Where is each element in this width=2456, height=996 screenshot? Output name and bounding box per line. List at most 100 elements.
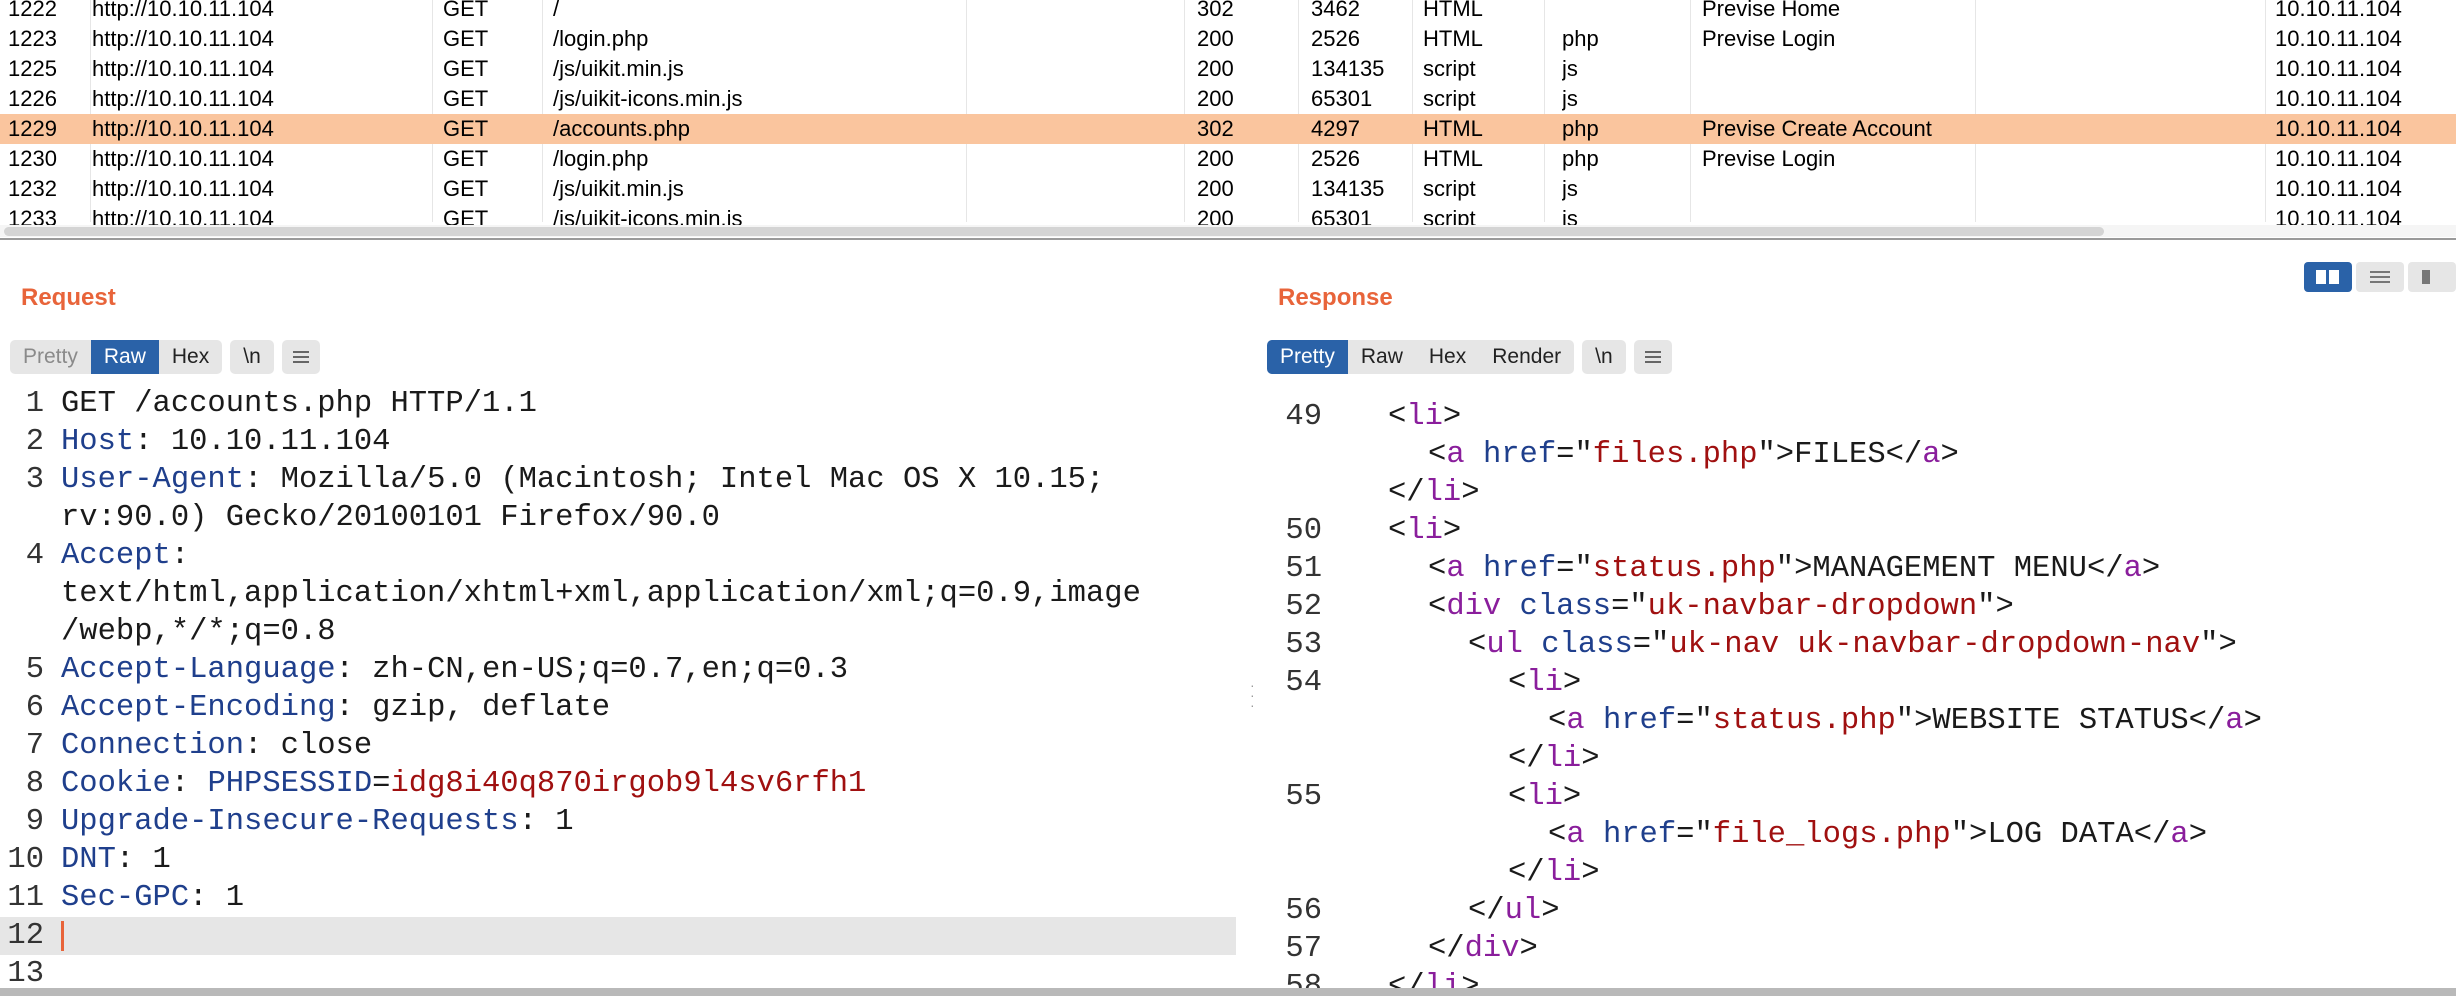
cell-title: Previse Login bbox=[1702, 146, 1836, 171]
cell-length: 4297 bbox=[1311, 116, 1360, 141]
proxy-history-table[interactable]: 1222 http://10.10.11.104 GET / 302 3462 HTML Pr… bbox=[0, 0, 2456, 240]
status-bar bbox=[0, 988, 2456, 996]
menu-icon[interactable] bbox=[1633, 340, 1672, 374]
html-markup: <a href="status.php">WEBSITE STATUS</a> bbox=[1548, 704, 2262, 738]
line-number: 2 bbox=[25, 425, 44, 459]
line-number: 9 bbox=[25, 805, 44, 839]
header-value: 10.10.11.104 bbox=[170, 425, 391, 459]
header-value: gzip, deflate bbox=[372, 691, 611, 725]
code-line: <a href="file_logs.php">LOG DATA</a> bbox=[1262, 816, 2456, 854]
code-line: </li> bbox=[1262, 474, 2456, 512]
header-value: Mozilla/5.0 (Macintosh; Intel Mac OS X 1… bbox=[280, 463, 1105, 497]
cookie-name: PHPSESSID bbox=[207, 767, 373, 801]
cell-method: GET bbox=[443, 146, 489, 171]
cell-mime: script bbox=[1423, 56, 1476, 81]
cell-host: http://10.10.11.104 bbox=[92, 86, 274, 111]
vertical-splitter-grip-icon[interactable]: · · · bbox=[1250, 678, 1255, 712]
code-line: 2 Host: 10.10.11.104 bbox=[0, 423, 1250, 461]
line-number: 6 bbox=[25, 691, 44, 725]
request-title: Request bbox=[21, 284, 116, 311]
tabbed-layout-icon[interactable] bbox=[2408, 262, 2456, 292]
code-line: <a href="files.php">FILES</a> bbox=[1262, 436, 2456, 474]
tab-hex[interactable]: Hex bbox=[158, 340, 223, 374]
tab-pretty[interactable]: Pretty bbox=[1267, 340, 1348, 374]
header-name: DNT bbox=[61, 843, 116, 877]
tab-hex[interactable]: Hex bbox=[1415, 340, 1480, 374]
cell-ext: js bbox=[1562, 176, 1578, 201]
newline-toggle-button[interactable]: \n bbox=[230, 340, 274, 374]
cell-method: GET bbox=[443, 116, 489, 141]
header-value: /webp,*/*;q=0.8 bbox=[61, 615, 336, 649]
html-markup: </div> bbox=[1428, 932, 1538, 966]
cell-host: http://10.10.11.104 bbox=[92, 56, 274, 81]
table-row[interactable]: 1230 http://10.10.11.104 GET/login.php 200 2… bbox=[0, 144, 2456, 174]
html-markup: <ul class="uk-nav uk-navbar-dropdown-nav… bbox=[1468, 628, 2237, 662]
code-line: 4 Accept: bbox=[0, 537, 1250, 575]
line-number: 8 bbox=[25, 767, 44, 801]
request-panel: Request Pretty Raw Hex \n 1 GET /accounts… bbox=[0, 240, 1250, 996]
cell-id: 1226 bbox=[8, 86, 57, 111]
cell-method: GET bbox=[443, 176, 489, 201]
header-name: Sec-GPC bbox=[61, 881, 190, 915]
header-value: 1 bbox=[152, 843, 171, 877]
cell-status: 200 bbox=[1197, 56, 1234, 81]
table-row[interactable]: 1222 http://10.10.11.104 GET / 302 3462 HTML Pr… bbox=[0, 0, 2456, 24]
table-row[interactable]: 1226 http://10.10.11.104 GET/js/uikit-icon… bbox=[0, 84, 2456, 114]
cell-id: 1222 bbox=[8, 0, 57, 21]
code-line: 56 </ul> bbox=[1262, 892, 2456, 930]
cell-ext: php bbox=[1562, 26, 1599, 51]
cell-id: 1230 bbox=[8, 146, 57, 171]
tab-raw[interactable]: Raw bbox=[90, 340, 159, 374]
line-number: 11 bbox=[7, 881, 44, 915]
tab-raw[interactable]: Raw bbox=[1347, 340, 1416, 374]
table-row[interactable]: 1223 http://10.10.11.104 GET/login.php 200 2… bbox=[0, 24, 2456, 54]
cell-ext: js bbox=[1562, 56, 1578, 81]
code-line: 12 bbox=[0, 917, 1236, 955]
side-by-side-layout-icon[interactable] bbox=[2304, 262, 2352, 292]
cell-length: 134135 bbox=[1311, 56, 1385, 81]
cell-method: GET bbox=[443, 0, 489, 21]
table-row[interactable]: 1232 http://10.10.11.104 GET/js/uikit.min.… bbox=[0, 174, 2456, 204]
html-markup: </li> bbox=[1388, 476, 1480, 510]
tab-pretty[interactable]: Pretty bbox=[10, 340, 91, 374]
code-line: 10 DNT: 1 bbox=[0, 841, 1250, 879]
request-editor[interactable]: 1 GET /accounts.php HTTP/1.1 2 Host: 10.10.… bbox=[0, 385, 1250, 996]
html-markup: <div class="uk-navbar-dropdown"> bbox=[1428, 590, 2014, 624]
table-row[interactable]: 1225 http://10.10.11.104 GET/js/uikit.min.… bbox=[0, 54, 2456, 84]
cell-url: /js/uikit.min.js bbox=[553, 176, 684, 201]
html-markup: <li> bbox=[1388, 400, 1462, 434]
line-number: 55 bbox=[1285, 780, 1322, 814]
cell-status: 302 bbox=[1197, 0, 1234, 21]
code-line: 8 Cookie: PHPSESSID=idg8i40q870irgob9l4sv… bbox=[0, 765, 1250, 803]
line-number: 5 bbox=[25, 653, 44, 687]
table-row[interactable]: 1229 http://10.10.11.104 GET/accounts.php 3… bbox=[0, 114, 2456, 144]
cell-ip: 10.10.11.104 bbox=[2275, 56, 2402, 81]
header-value: zh-CN,en-US;q=0.7,en;q=0.3 bbox=[372, 653, 849, 687]
header-name: Accept-Encoding bbox=[61, 691, 336, 725]
line-number: 1 bbox=[25, 387, 44, 421]
cell-length: 2526 bbox=[1311, 146, 1360, 171]
response-editor[interactable]: 49 <li> <a href="files.php">FILES</a> </li>… bbox=[1262, 398, 2456, 996]
html-markup: <a href="files.php">FILES</a> bbox=[1428, 438, 1959, 472]
cell-url: /login.php bbox=[553, 146, 649, 171]
cell-mime: HTML bbox=[1423, 0, 1483, 21]
response-view-tabs: Pretty Raw Hex Render \n bbox=[1267, 338, 1672, 376]
cell-url: /js/uikit-icons.min.js bbox=[553, 86, 743, 111]
header-value: rv:90.0) Gecko/20100101 Firefox/90.0 bbox=[61, 501, 720, 535]
text-cursor bbox=[61, 921, 64, 951]
cell-id: 1223 bbox=[8, 26, 57, 51]
tab-render[interactable]: Render bbox=[1479, 340, 1575, 374]
cell-status: 200 bbox=[1197, 176, 1234, 201]
cell-ip: 10.10.11.104 bbox=[2275, 86, 2402, 111]
header-name: Cookie bbox=[61, 767, 171, 801]
newline-toggle-button[interactable]: \n bbox=[1582, 340, 1626, 374]
cell-id: 1225 bbox=[8, 56, 57, 81]
cell-length: 3462 bbox=[1311, 0, 1360, 21]
cell-ip: 10.10.11.104 bbox=[2275, 116, 2402, 141]
cell-mime: script bbox=[1423, 176, 1476, 201]
cell-url: /js/uikit.min.js bbox=[553, 56, 684, 81]
menu-icon[interactable] bbox=[281, 340, 320, 374]
cell-length: 134135 bbox=[1311, 176, 1385, 201]
scrollbar-thumb[interactable] bbox=[4, 227, 2104, 236]
stacked-layout-icon[interactable] bbox=[2356, 262, 2404, 292]
